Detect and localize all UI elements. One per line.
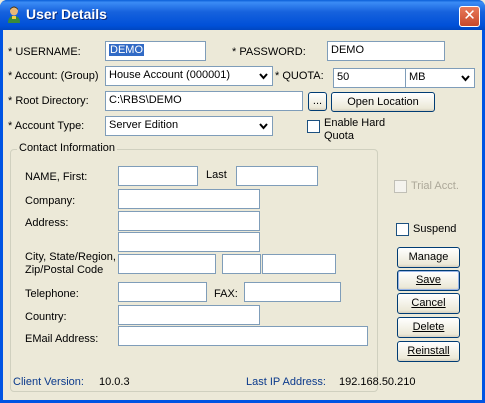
user-icon — [6, 6, 22, 24]
last-ip-label: Last IP Address: — [246, 376, 326, 388]
state-input[interactable] — [222, 254, 261, 274]
enable-hard-quota-label-1: Enable Hard — [324, 117, 386, 129]
last-ip-value: 192.168.50.210 — [339, 376, 416, 388]
save-button-label: Save — [415, 274, 442, 286]
suspend-checkbox[interactable] — [396, 223, 409, 236]
telephone-input[interactable] — [118, 282, 207, 302]
close-button[interactable]: ✕ — [459, 6, 480, 27]
fax-label: FAX: — [214, 288, 238, 300]
chevron-down-icon[interactable] — [256, 68, 271, 84]
account-type-value: Server Edition — [109, 119, 179, 131]
email-input[interactable] — [118, 326, 368, 346]
contact-group-title: Contact Information — [17, 142, 117, 154]
username-value: DEMO — [109, 44, 144, 56]
country-label: Country: — [25, 311, 67, 323]
enable-hard-quota-label-2: Quota — [324, 130, 354, 142]
window-title: User Details — [26, 6, 107, 22]
username-label: * USERNAME: — [8, 46, 81, 58]
company-input[interactable] — [118, 189, 260, 209]
account-label: * Account: (Group) — [8, 70, 99, 82]
address-line-1-input[interactable] — [118, 211, 260, 231]
company-label: Company: — [25, 195, 76, 207]
chevron-down-icon[interactable] — [458, 70, 473, 86]
fax-input[interactable] — [244, 282, 341, 302]
save-button[interactable]: Save — [397, 270, 460, 291]
first-name-input[interactable] — [118, 166, 198, 186]
manage-button[interactable]: Manage — [397, 247, 460, 268]
root-directory-value: C:\RBS\DEMO — [109, 94, 182, 106]
client-version-value: 10.0.3 — [99, 376, 130, 388]
quota-value: 50 — [337, 71, 350, 83]
address-label: Address: — [25, 217, 69, 229]
trial-account-checkbox[interactable] — [394, 180, 407, 193]
title-bar[interactable]: User Details ✕ — [0, 0, 485, 30]
suspend-label: Suspend — [413, 223, 457, 235]
password-input[interactable]: DEMO — [327, 41, 445, 61]
city-label-1: City, State/Region, — [25, 251, 116, 263]
city-label-2: Zip/Postal Code — [25, 264, 104, 276]
address-line-2-input[interactable] — [118, 232, 260, 252]
last-name-input[interactable] — [236, 166, 318, 186]
password-value: DEMO — [331, 44, 364, 56]
account-value: House Account (000001) — [109, 69, 231, 81]
delete-button-label: Delete — [412, 321, 445, 333]
account-type-label: * Account Type: — [8, 120, 85, 132]
email-label: EMail Address: — [25, 333, 99, 345]
cancel-button-label: Cancel — [411, 297, 446, 309]
dialog-body: * USERNAME: DEMO * PASSWORD: DEMO * Acco… — [3, 30, 482, 400]
quota-unit-value: MB — [409, 71, 426, 83]
last-name-label: Last — [206, 169, 227, 181]
city-input[interactable] — [118, 254, 216, 274]
manage-button-label: Manage — [408, 251, 449, 263]
country-input[interactable] — [118, 305, 260, 325]
telephone-label: Telephone: — [25, 288, 79, 300]
password-label: * PASSWORD: — [232, 46, 306, 58]
quota-label: * QUOTA: — [275, 70, 324, 82]
cancel-button[interactable]: Cancel — [397, 293, 460, 314]
root-directory-input[interactable]: C:\RBS\DEMO — [105, 91, 303, 111]
trial-account-label: Trial Acct. — [411, 180, 459, 192]
enable-hard-quota-checkbox[interactable] — [307, 120, 320, 133]
root-directory-label: * Root Directory: — [8, 95, 89, 107]
name-first-label: NAME, First: — [25, 171, 88, 183]
chevron-down-icon[interactable] — [256, 118, 271, 134]
postal-code-input[interactable] — [262, 254, 336, 274]
browse-button[interactable]: ... — [308, 92, 327, 111]
quota-unit-select[interactable]: MB — [405, 68, 475, 88]
delete-button[interactable]: Delete — [397, 317, 460, 338]
user-details-window: User Details ✕ * USERNAME: DEMO * PASSWO… — [0, 0, 485, 403]
quota-input[interactable]: 50 — [333, 68, 406, 88]
open-location-button[interactable]: Open Location — [331, 92, 435, 112]
username-input[interactable]: DEMO — [105, 41, 206, 61]
client-version-label: Client Version: — [13, 376, 84, 388]
reinstall-button[interactable]: Reinstall — [397, 341, 460, 362]
reinstall-button-label: Reinstall — [407, 345, 450, 357]
close-icon: ✕ — [463, 7, 476, 24]
account-type-select[interactable]: Server Edition — [105, 116, 273, 136]
account-select[interactable]: House Account (000001) — [105, 66, 273, 86]
